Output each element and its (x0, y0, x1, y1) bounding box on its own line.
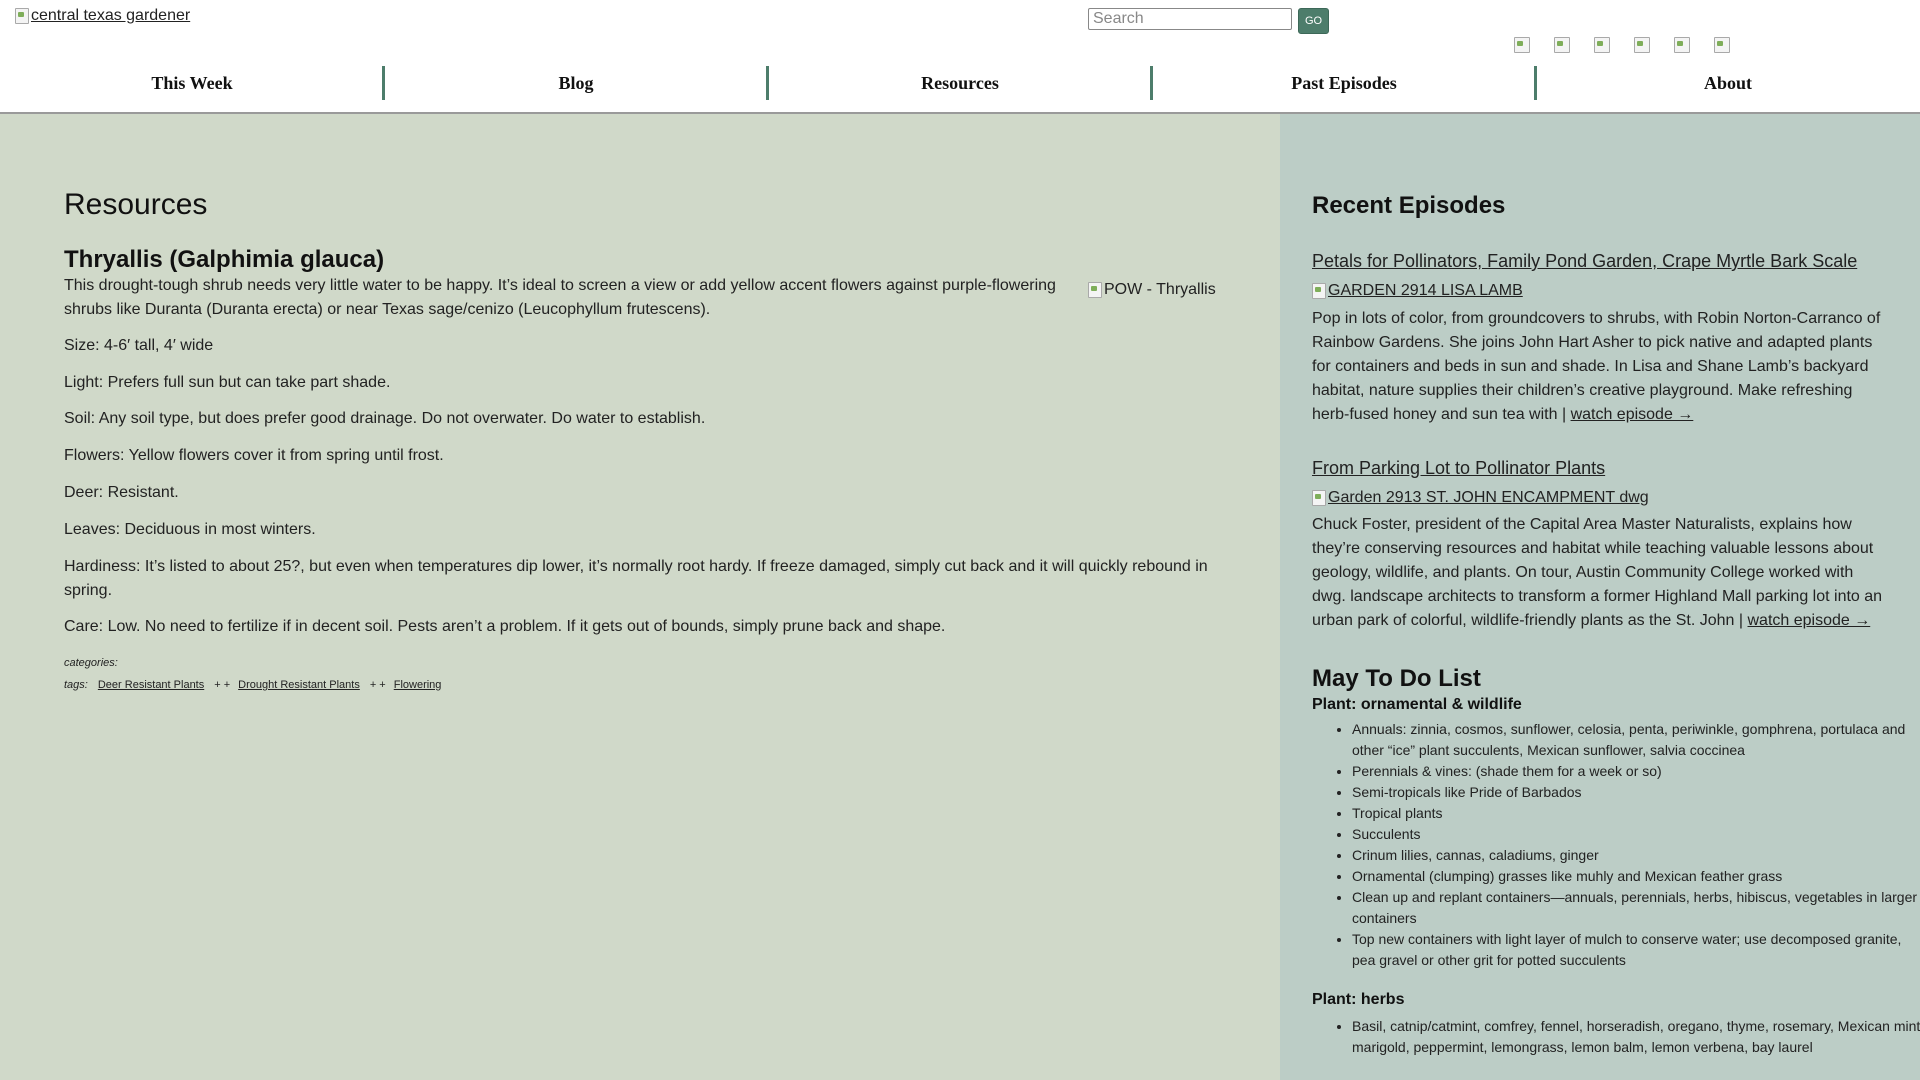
todo-list: Annuals: zinnia, cosmos, sunflower, celo… (1312, 719, 1920, 971)
twitter-icon[interactable] (1554, 37, 1570, 53)
nav-about[interactable]: About (1534, 64, 1920, 102)
watch-episode-link[interactable]: watch episode → (1748, 612, 1871, 629)
tags-label: tags: (64, 679, 88, 691)
logo-alt-text: central texas gardener (31, 7, 191, 24)
list-item: Semi-tropicals like Pride of Barbados (1352, 782, 1920, 803)
site-logo-link[interactable]: central texas gardener (15, 7, 190, 25)
episode-image-icon (1312, 283, 1326, 299)
plant-image-alt: POW - Thryallis (1104, 281, 1216, 298)
episode-description: Chuck Foster, president of the Capital A… (1312, 513, 1887, 633)
nav-blog[interactable]: Blog (382, 64, 768, 102)
todo-section-heading: Plant: herbs (1312, 991, 1405, 1008)
article-leaves: Leaves: Deciduous in most winters. (64, 521, 316, 538)
todo-list: Basil, catnip/catmint, comfrey, fennel, … (1312, 1016, 1920, 1058)
list-item: Tropical plants (1352, 803, 1920, 824)
todo-section-heading: Plant: ornamental & wildlife (1312, 696, 1522, 713)
list-item: Basil, catnip/catmint, comfrey, fennel, … (1352, 1016, 1920, 1058)
article-deer: Deer: Resistant. (64, 484, 179, 501)
social-links (1514, 37, 1730, 53)
list-item: Top new containers with light layer of m… (1352, 929, 1920, 971)
episode-image-link[interactable]: GARDEN 2914 LISA LAMB (1312, 282, 1523, 300)
tag-link[interactable]: Deer Resistant Plants (98, 679, 204, 691)
categories-label: categories: (64, 657, 118, 669)
youtube-icon[interactable] (1634, 37, 1650, 53)
search-go-button[interactable]: GO (1298, 8, 1329, 34)
list-item: Crinum lilies, cannas, caladiums, ginger (1352, 845, 1920, 866)
episode-title-link[interactable]: From Parking Lot to Pollinator Plants (1312, 458, 1605, 479)
article-soil: Soil: Any soil type, but does prefer goo… (64, 410, 706, 427)
article-flowers: Flowers: Yellow flowers cover it from sp… (64, 447, 444, 464)
article-size: Size: 4-6′ tall, 4′ wide (64, 337, 214, 354)
tag-separator: + + (214, 679, 231, 691)
episode-description: Pop in lots of color, from groundcovers … (1312, 307, 1887, 427)
search-input[interactable] (1088, 8, 1292, 30)
sidebar: Recent Episodes Petals for Pollinators, … (1280, 114, 1920, 1080)
list-item: Perennials & vines: (shade them for a we… (1352, 761, 1920, 782)
list-item: Ornamental (clumping) grasses like muhly… (1352, 866, 1920, 887)
article-intro: This drought-tough shrub needs very litt… (64, 277, 1056, 318)
episode-image-icon (1312, 490, 1326, 506)
pinterest-icon[interactable] (1674, 37, 1690, 53)
nav-past-episodes[interactable]: Past Episodes (1150, 64, 1536, 102)
todo-title: May To Do List (1312, 665, 1481, 692)
plant-image-icon (1088, 282, 1102, 298)
plant-image: POW - Thryallis (1088, 281, 1216, 299)
article-title: Thryallis (Galphimia glauca) (64, 246, 385, 273)
site-header: central texas gardener GO This Week Blog… (0, 0, 1920, 114)
tags-row: tags: Deer Resistant Plants + + Drought … (64, 679, 441, 691)
tag-link[interactable]: Flowering (394, 679, 442, 691)
main-nav: This Week Blog Resources Past Episodes A… (0, 64, 1920, 102)
episode-image-alt: GARDEN 2914 LISA LAMB (1328, 282, 1523, 299)
tag-link[interactable]: Drought Resistant Plants (238, 679, 360, 691)
tag-separator: + + (369, 679, 386, 691)
episode-image-alt: Garden 2913 ST. JOHN ENCAMPMENT dwg (1328, 489, 1649, 506)
watch-episode-link[interactable]: watch episode → (1571, 406, 1694, 423)
list-item: Clean up and replant containers—annuals,… (1352, 887, 1920, 929)
article-hardiness: Hardiness: It’s listed to about 25?, but… (64, 558, 1208, 599)
article-care: Care: Low. No need to fertilize if in de… (64, 618, 946, 635)
page-title: Resources (64, 188, 208, 221)
rss-icon[interactable] (1714, 37, 1730, 53)
list-item: Annuals: zinnia, cosmos, sunflower, celo… (1352, 719, 1920, 761)
episode-title-link[interactable]: Petals for Pollinators, Family Pond Gard… (1312, 251, 1857, 272)
instagram-icon[interactable] (1594, 37, 1610, 53)
logo-image-icon (15, 8, 29, 24)
main-content: Resources Thryallis (Galphimia glauca) P… (0, 114, 1280, 1080)
nav-resources[interactable]: Resources (766, 64, 1152, 102)
recent-episodes-title: Recent Episodes (1312, 192, 1506, 219)
facebook-icon[interactable] (1514, 37, 1530, 53)
article-light: Light: Prefers full sun but can take par… (64, 374, 391, 391)
episode-image-link[interactable]: Garden 2913 ST. JOHN ENCAMPMENT dwg (1312, 489, 1649, 507)
list-item: Succulents (1352, 824, 1920, 845)
nav-this-week[interactable]: This Week (0, 64, 384, 102)
